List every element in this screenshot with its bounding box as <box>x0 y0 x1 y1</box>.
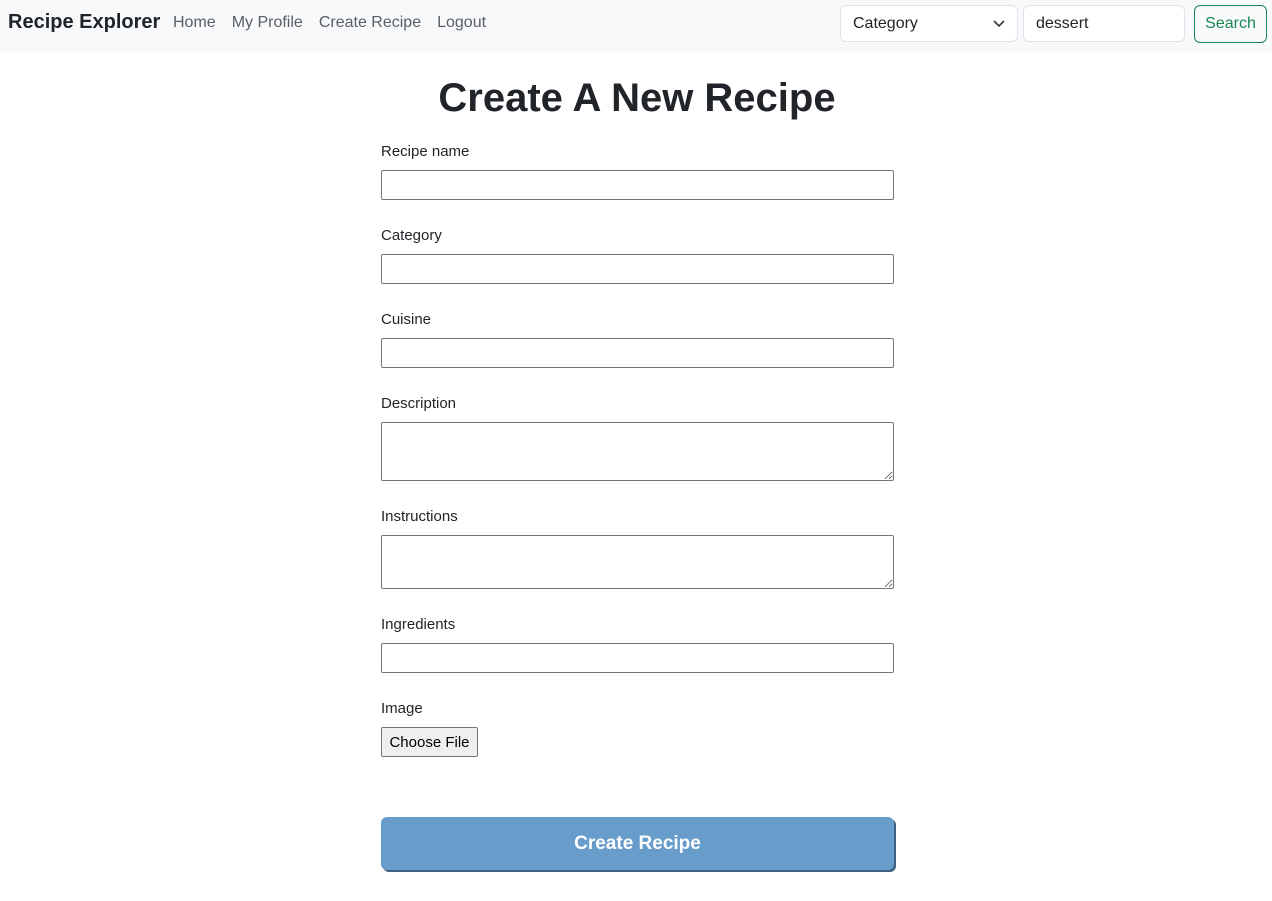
page-title: Create A New Recipe <box>438 76 836 120</box>
recipe-name-label: Recipe name <box>381 143 470 160</box>
search-input[interactable] <box>1023 5 1185 42</box>
instructions-textarea[interactable] <box>381 535 894 589</box>
description-label: Description <box>381 395 457 412</box>
category-select[interactable]: Category <box>840 5 1018 42</box>
ingredients-label: Ingredients <box>381 616 456 633</box>
category-input[interactable] <box>381 254 894 284</box>
instructions-label: Instructions <box>381 508 458 525</box>
image-label: Image <box>381 700 423 717</box>
chevron-down-icon <box>993 6 1005 55</box>
cuisine-label: Cuisine <box>381 311 432 328</box>
navbar: Recipe Explorer Home My Profile Create R… <box>0 0 1272 52</box>
nav-link-my-profile[interactable]: My Profile <box>232 14 303 32</box>
ingredients-input[interactable] <box>381 643 894 673</box>
nav-link-create-recipe[interactable]: Create Recipe <box>319 14 421 32</box>
nav-link-home[interactable]: Home <box>173 14 216 32</box>
category-label: Category <box>381 227 442 244</box>
cuisine-input[interactable] <box>381 338 894 368</box>
nav-links: Home My Profile Create Recipe Logout <box>173 14 486 32</box>
choose-file-button[interactable]: Choose File <box>381 727 478 757</box>
nav-link-logout[interactable]: Logout <box>437 14 486 32</box>
description-textarea[interactable] <box>381 422 894 481</box>
search-button[interactable]: Search <box>1194 5 1267 43</box>
brand-logo[interactable]: Recipe Explorer <box>8 11 160 34</box>
category-select-value: Category <box>853 15 918 32</box>
create-recipe-button[interactable]: Create Recipe <box>381 817 894 870</box>
recipe-name-input[interactable] <box>381 170 894 200</box>
